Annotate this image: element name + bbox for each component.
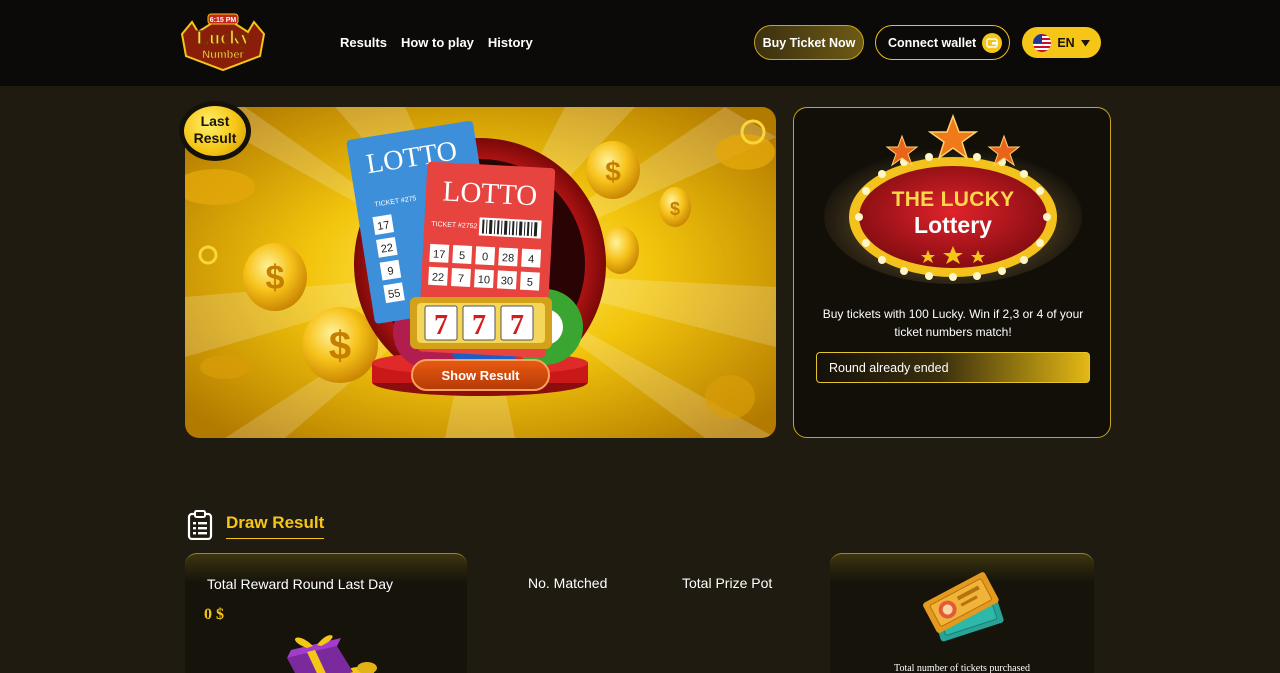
svg-text:$: $ bbox=[605, 156, 621, 187]
svg-text:55: 55 bbox=[387, 287, 401, 301]
svg-text:5: 5 bbox=[526, 276, 533, 288]
svg-text:28: 28 bbox=[502, 252, 515, 265]
tickets-purchased-card: Total number of tickets purchased bbox=[830, 553, 1094, 673]
sign-title-line2: Lottery bbox=[914, 212, 992, 238]
connect-wallet-button[interactable]: Connect wallet bbox=[875, 25, 1010, 60]
tickets-purchased-label: Total number of tickets purchased bbox=[894, 663, 1030, 673]
nav-history[interactable]: History bbox=[488, 35, 533, 50]
svg-text:22: 22 bbox=[380, 242, 394, 256]
us-flag-icon bbox=[1033, 33, 1052, 52]
svg-text:0: 0 bbox=[482, 251, 489, 263]
nav-how-to-play[interactable]: How to play bbox=[401, 35, 474, 50]
svg-text:$: $ bbox=[329, 324, 351, 368]
svg-text:7: 7 bbox=[472, 310, 486, 341]
total-reward-label: Total Reward Round Last Day bbox=[207, 576, 393, 592]
ticket-number-cell: 22 bbox=[428, 266, 449, 286]
clipboard-icon bbox=[187, 510, 213, 540]
last-result-badge: Last Result bbox=[179, 101, 251, 161]
lucky-number-logo[interactable]: 6:15 PM Lucky Number bbox=[176, 12, 270, 72]
ticket-number-cell: 17 bbox=[429, 243, 450, 263]
top-header: 6:15 PM Lucky Number Results How to play… bbox=[0, 0, 1280, 86]
round-status-field: Round already ended bbox=[816, 352, 1090, 383]
ticket-number-cell: 9 bbox=[379, 259, 402, 281]
logo-time: 6:15 PM bbox=[210, 17, 237, 24]
badge-line2: Result bbox=[193, 130, 237, 146]
slot-reels: 777 bbox=[424, 305, 534, 341]
total-prize-pot-header: Total Prize Pot bbox=[682, 575, 773, 591]
svg-text:7: 7 bbox=[510, 310, 524, 341]
language-select[interactable]: EN bbox=[1022, 27, 1101, 58]
ticket-number-cell: 5 bbox=[452, 245, 473, 265]
ticket-number-cell: 0 bbox=[475, 246, 496, 266]
svg-text:5: 5 bbox=[459, 250, 466, 262]
tickets-icon bbox=[923, 572, 1004, 642]
nav-results[interactable]: Results bbox=[340, 35, 387, 50]
svg-text:17: 17 bbox=[376, 219, 390, 233]
svg-text:7: 7 bbox=[434, 310, 448, 341]
ticket-number-cell: 30 bbox=[496, 270, 517, 290]
total-reward-card: Total Reward Round Last Day 0 $ bbox=[185, 553, 467, 673]
logo-number: Number bbox=[202, 49, 244, 61]
slot-reel: 7 bbox=[424, 305, 458, 341]
svg-text:4: 4 bbox=[528, 253, 535, 265]
svg-text:$: $ bbox=[266, 259, 285, 297]
svg-text:10: 10 bbox=[477, 274, 490, 287]
no-matched-header: No. Matched bbox=[528, 575, 608, 591]
total-reward-value: 0 $ bbox=[204, 606, 224, 623]
lottery-info-panel: THE LUCKY Lottery Buy tickets with 100 L… bbox=[793, 107, 1111, 438]
svg-text:30: 30 bbox=[500, 275, 513, 288]
show-result-button[interactable]: Show Result bbox=[411, 359, 550, 391]
svg-text:7: 7 bbox=[458, 273, 465, 285]
ticket-number-cell: 17 bbox=[372, 214, 395, 236]
draw-result-title: Draw Result bbox=[226, 513, 325, 539]
ticket-number-cell: 7 bbox=[451, 268, 471, 287]
ticket-number-cell: 5 bbox=[519, 271, 540, 291]
ticket-number-cell: 10 bbox=[474, 269, 494, 289]
main-nav: Results How to play History bbox=[340, 35, 533, 50]
gift-icon bbox=[287, 635, 377, 673]
ticket-number-cell: 4 bbox=[521, 248, 542, 268]
logo-lucky: Lucky bbox=[196, 27, 250, 49]
svg-text:22: 22 bbox=[432, 271, 445, 284]
buy-ticket-button[interactable]: Buy Ticket Now bbox=[754, 25, 864, 60]
lottery-description: Buy tickets with 100 Lucky. Win if 2,3 o… bbox=[822, 307, 1084, 339]
ticket-front-title: LOTTO bbox=[442, 175, 538, 212]
ticket-number-cell: 28 bbox=[498, 247, 519, 267]
svg-text:$: $ bbox=[670, 199, 680, 219]
badge-line1: Last bbox=[200, 113, 230, 129]
ticket-number-cell: 55 bbox=[383, 282, 405, 304]
slot-reel: 7 bbox=[462, 305, 496, 341]
ticket-number-cell: 22 bbox=[376, 236, 398, 258]
wallet-icon bbox=[982, 32, 1003, 53]
language-label: EN bbox=[1057, 35, 1075, 50]
sign-title-line1: THE LUCKY bbox=[891, 188, 1015, 211]
slot-reel: 7 bbox=[500, 305, 534, 341]
caret-down-icon bbox=[1080, 39, 1090, 46]
connect-wallet-label: Connect wallet bbox=[888, 35, 977, 50]
svg-text:17: 17 bbox=[433, 249, 446, 262]
